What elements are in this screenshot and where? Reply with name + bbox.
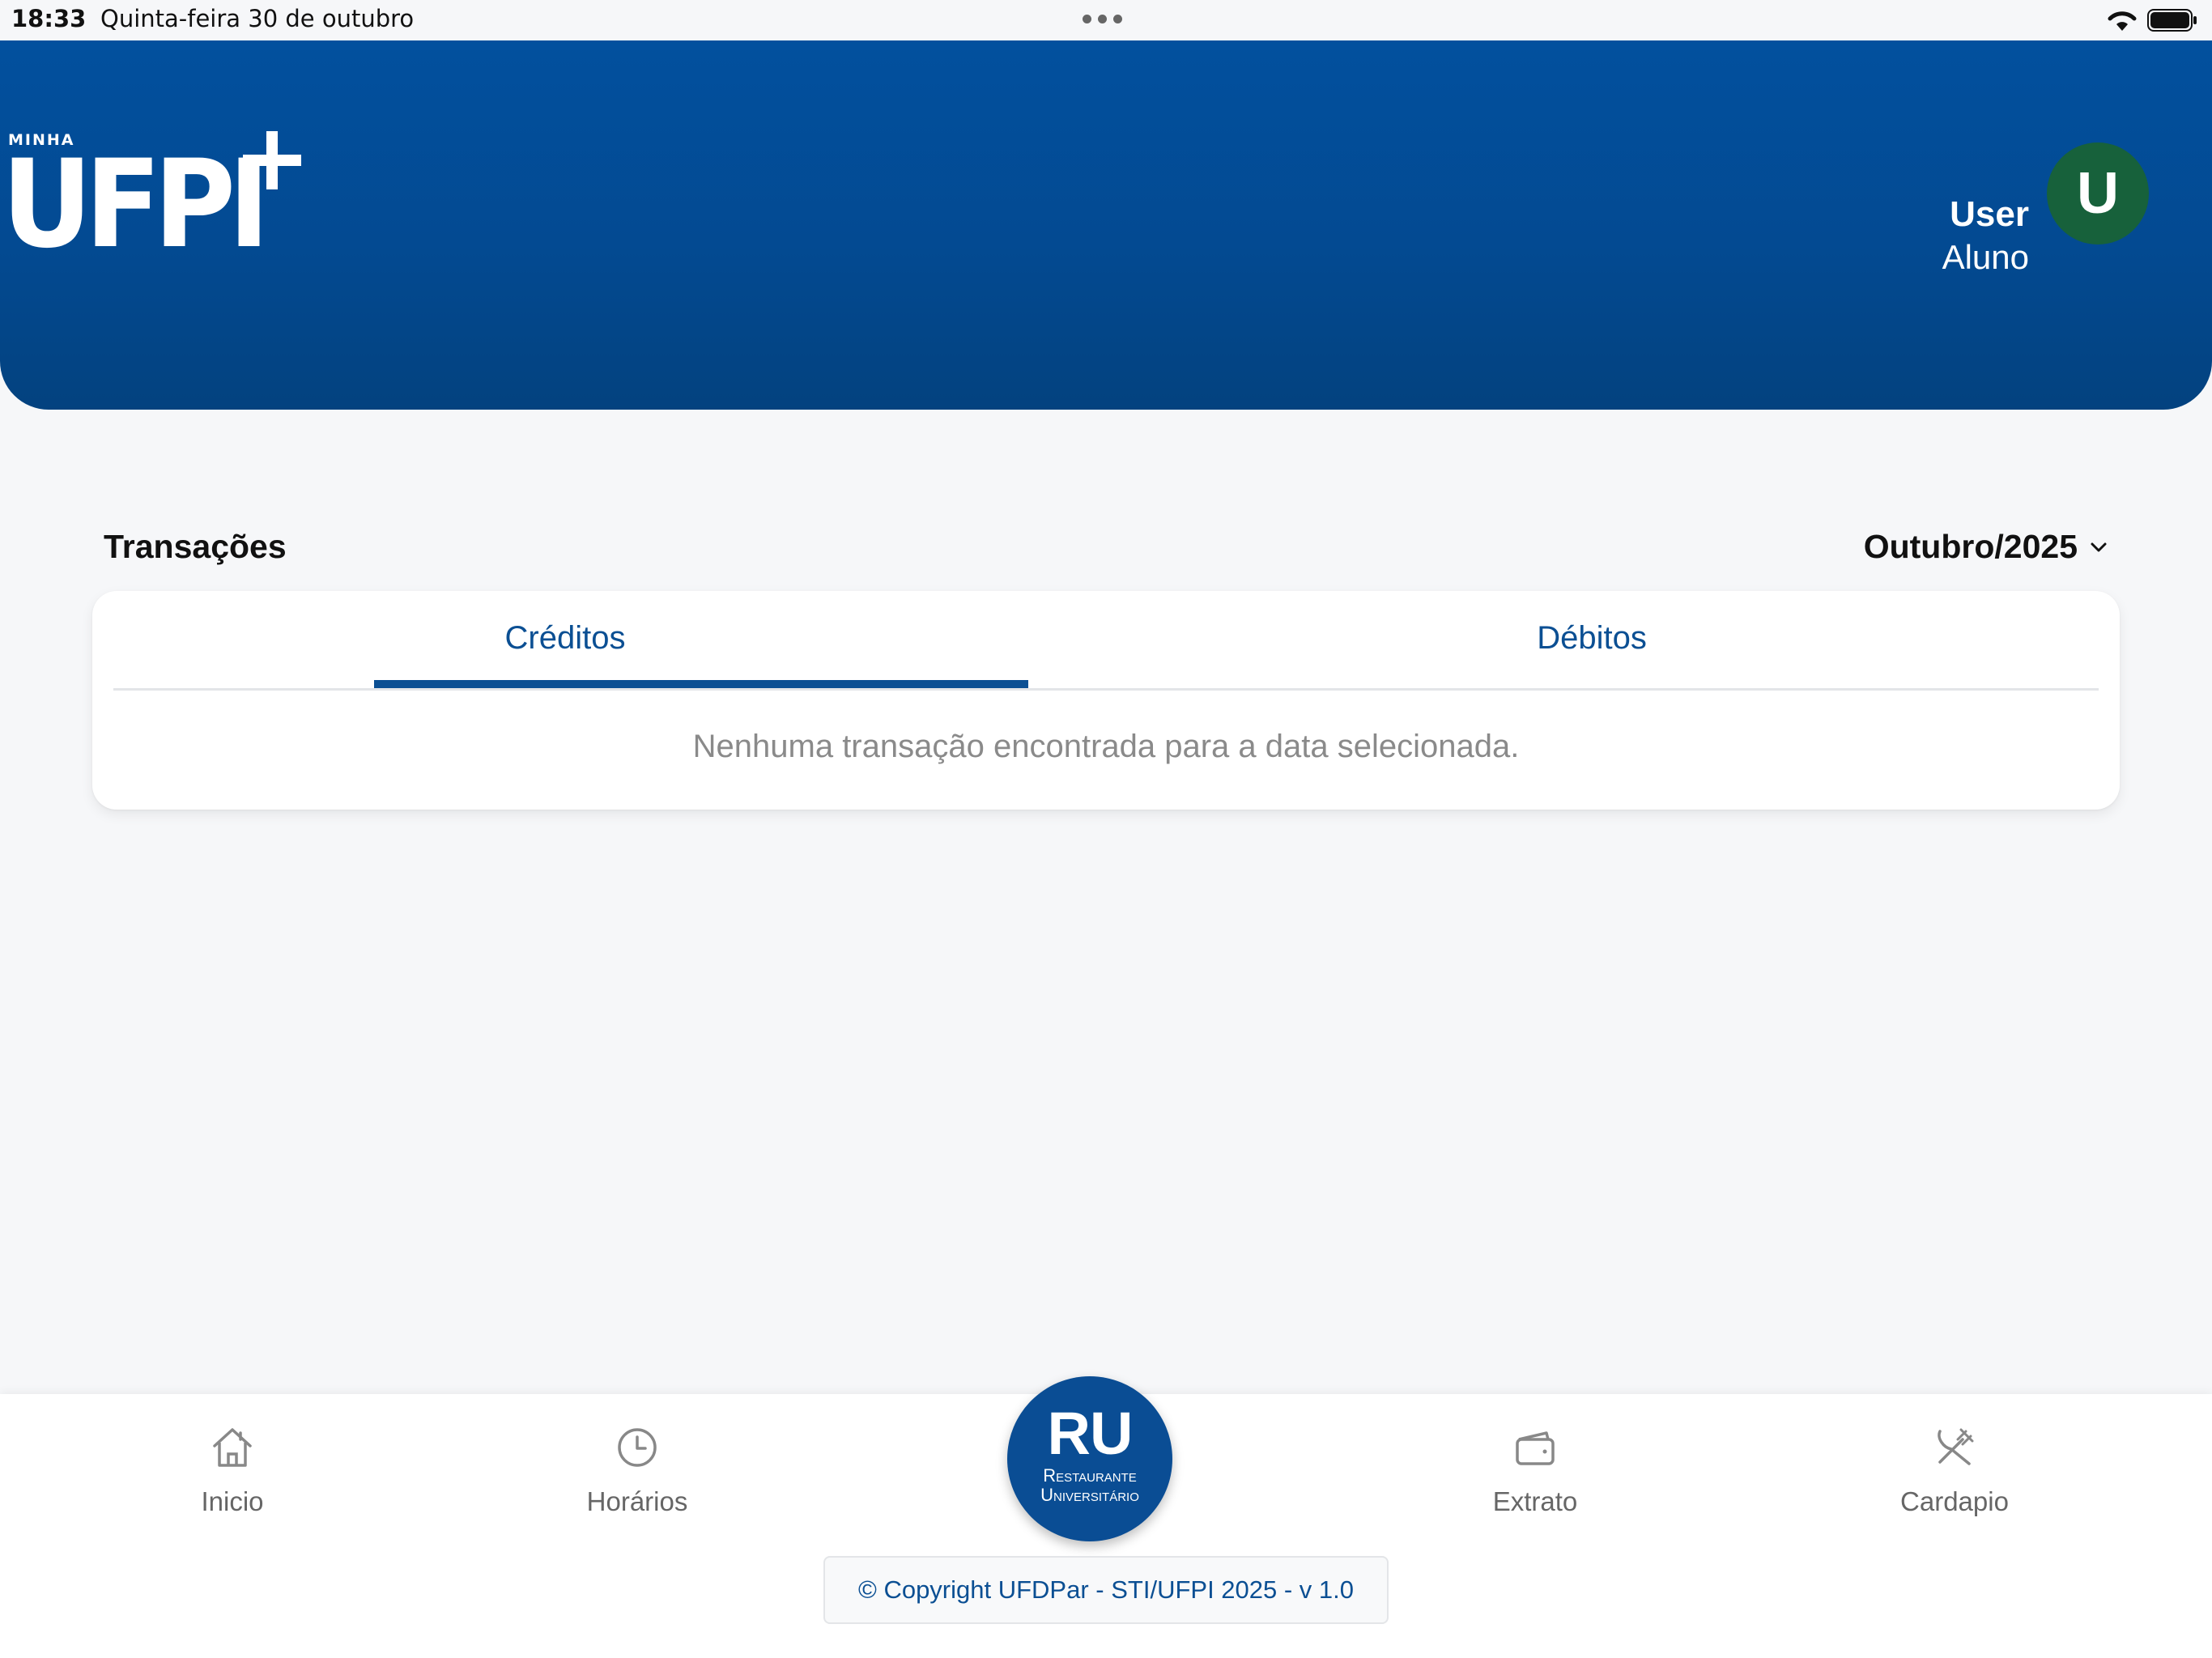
logo-plus-icon (243, 131, 301, 189)
wifi-icon (2108, 11, 2137, 31)
wallet-icon (1516, 1431, 1555, 1465)
home-icon (213, 1428, 252, 1467)
nav-item-cardapio[interactable]: Cardapio (1874, 1423, 2035, 1517)
app-header: MINHA UFPI User Aluno U (0, 40, 2212, 410)
section-title: Transações (104, 528, 287, 565)
month-label: Outubro/2025 (1863, 528, 2078, 565)
nav-item-horarios[interactable]: Horários (556, 1423, 718, 1517)
multitasking-dots-icon[interactable] (1083, 15, 1122, 23)
status-time: 18:33 (11, 5, 87, 32)
clock-icon (618, 1428, 657, 1467)
ru-subtitle-line2: Universitário (1040, 1485, 1139, 1505)
transaction-tabs: Créditos Débitos (113, 591, 2099, 691)
transactions-card: Créditos Débitos Nenhuma transação encon… (92, 591, 2120, 810)
month-selector[interactable]: Outubro/2025 (1864, 528, 2108, 566)
nav-label: Extrato (1492, 1486, 1578, 1516)
nav-label: Cardapio (1900, 1486, 2009, 1516)
user-role: Aluno (1942, 238, 2029, 276)
ru-button[interactable]: RU Restaurante Universitário (1007, 1376, 1172, 1541)
copyright-notice: © Copyright UFDPar - STI/UFPI 2025 - v 1… (823, 1556, 1389, 1624)
battery-icon (2147, 9, 2197, 32)
nav-label: Inicio (201, 1486, 264, 1516)
logo-ufpi-text: UFPI (2, 134, 270, 275)
empty-state-message: Nenhuma transação encontrada para a data… (692, 729, 1520, 764)
user-name: User (1950, 194, 2029, 234)
chevron-down-icon (2091, 542, 2107, 551)
ru-subtitle-line1: Restaurante (1043, 1465, 1137, 1486)
nav-label: Horários (586, 1486, 688, 1516)
nav-item-inicio[interactable]: Inicio (151, 1423, 313, 1517)
user-info[interactable]: User Aluno (1942, 193, 2029, 278)
ru-title: RU (1047, 1400, 1134, 1467)
tab-creditos[interactable]: Créditos (505, 620, 626, 657)
nav-item-extrato[interactable]: Extrato (1454, 1423, 1616, 1517)
avatar[interactable]: U (2047, 142, 2149, 244)
active-tab-indicator (374, 680, 1028, 688)
status-date: Quinta-feira 30 de outubro (100, 5, 415, 32)
tab-debitos[interactable]: Débitos (1537, 620, 1647, 657)
utensils-icon (1938, 1428, 1974, 1465)
status-bar: 18:33 Quinta-feira 30 de outubro (0, 0, 2212, 40)
